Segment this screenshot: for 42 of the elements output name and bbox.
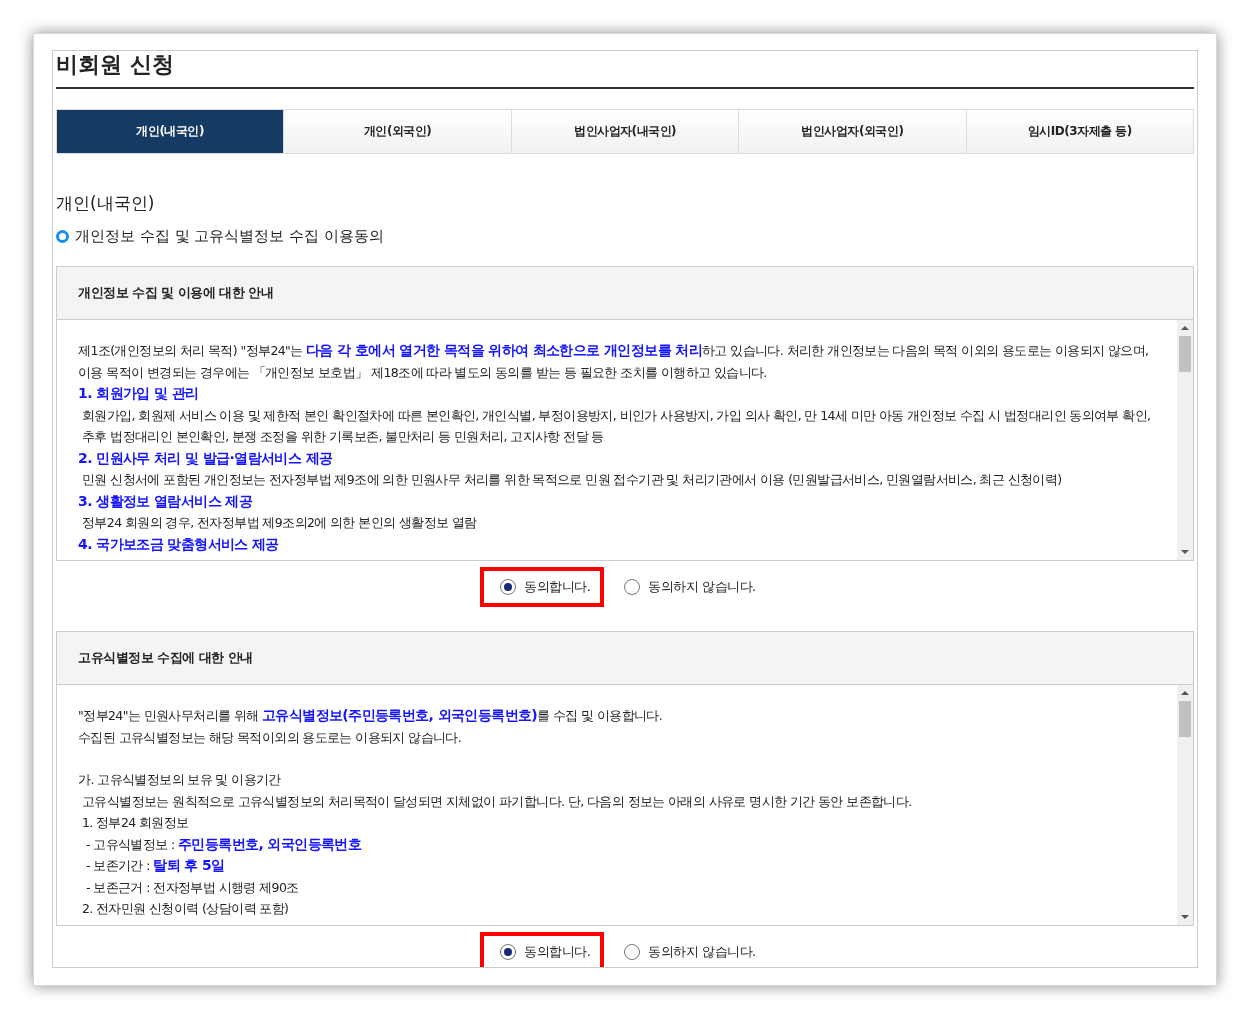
paragraph: - 보존근거 : 전자정부법 시행령 제90조 [85,878,300,897]
paragraph: 1. 정부24 회원정보 [81,814,190,832]
tab[interactable]: 법인사업자(내국인) [510,110,739,153]
tab[interactable]: 개인(내국인) [57,110,284,153]
radio-button[interactable] [500,579,517,595]
paragraph: 가. 고유식별정보의 보유 및 이용기간 [78,771,282,789]
section-heading: 4. 국가보조금 맞춤형서비스 제공 [78,534,280,554]
paragraph: - 고유식별정보 : 주민등록번호, 외국인등록번호 [85,834,363,854]
section-title: 개인(내국인) [56,192,156,215]
paragraph: 민원 신청서에 포함된 개인정보는 전자정부법 제9조에 의한 민원사무 처리를 위한 목적으로 민원 접수기관 및 처리기관에서 이용 (민원발급서비스, 민원열람서비스, 최근 신청이력) [81,471,1063,489]
radio-option[interactable]: 동의하지 않습니다. [604,567,770,607]
paragraph: 2. 전자민원 신청이력 (상담이력 포함) [81,900,290,918]
scrollbar[interactable] [1177,685,1193,925]
paragraph: 회원가입, 회원제 서비스 이용 및 제한적 본인 확인절차에 따른 본인확인, 개인식별, 부정이용방지, 비인가 사용방지, 가입 의사 확인, 만 14세 미만 아동 개인정보 수집 시 법정대리인 동의여부 확인, 추후 법정대리인 본인확인, 분쟁 조정을 위한 기록보존, 불만처리 등 민원처리, 고지사항 전달 등 [81,406,1152,446]
radio-option[interactable]: 동의하지 않습니다. [604,932,770,967]
scrollbar[interactable] [1177,320,1193,560]
bullet-icon [56,230,69,243]
radio-label: 동의합니다. [524,943,591,961]
paragraph: 수집된 고유식별정보는 해당 목적이외의 용도로는 이용되지 않습니다. [78,728,463,747]
page-title: 비회원 신청 [56,51,1194,89]
box-heading: 고유식별정보 수집에 대한 안내 [78,649,253,667]
paragraph: - 보존기간 : 탈퇴 후 5일 [85,856,226,875]
tab[interactable]: 임시ID(3자제출 등) [965,110,1194,153]
paragraph: 제1조(개인정보의 처리 목적) "정부24"는 다음 각 호에서 열거한 목적을 위하여 최소한으로 개인정보를 처리하고 있습니다. 처리한 개인정보는 다음의 목적 이외의 용도로는 이용되지 않으며, 이용 목적이 변경되는 경우에는 「개인정보 보호법」 제18조에 따라 별도의 동의를 받는 등 필요한 조치를 이행하고 있습니다. [78,341,1150,382]
radio-button[interactable] [624,944,641,960]
paragraph: 고유식별정보는 원칙적으로 고유식별정보의 처리목적이 달성되면 지체없이 파기합니다. 단, 다음의 정보는 아래의 사유로 명시한 기간 동안 보존합니다. [81,792,913,811]
tab[interactable]: 법인사업자(외국인) [738,110,966,153]
radio-label: 동의하지 않습니다. [648,578,756,596]
radio-button[interactable] [500,944,517,960]
radio-button[interactable] [624,579,641,595]
subtitle: 개인정보 수집 및 고유식별정보 수집 이용동의 [75,227,384,246]
tab[interactable]: 개인(외국인) [283,110,511,153]
box-heading: 개인정보 수집 및 이용에 대한 안내 [78,284,274,302]
section-heading: 1. 회원가입 및 관리 [78,384,200,403]
radio-option[interactable]: 동의합니다. [480,567,605,607]
radio-label: 동의하지 않습니다. [648,943,756,961]
radio-label: 동의합니다. [524,578,591,596]
section-heading: 2. 민원사무 처리 및 발급·열람서비스 제공 [78,448,334,468]
paragraph: "정부24"는 민원사무처리를 위해 고유식별정보(주민등록번호, 외국인등록번호)를 수집 및 이용합니다. [78,706,664,725]
paragraph: 정부24 회원의 경우, 전자정부법 제9조의2에 의한 본인의 생활정보 열람 [81,514,478,532]
section-heading: 3. 생활정보 열람서비스 제공 [78,491,254,511]
radio-option[interactable]: 동의합니다. [480,932,605,967]
